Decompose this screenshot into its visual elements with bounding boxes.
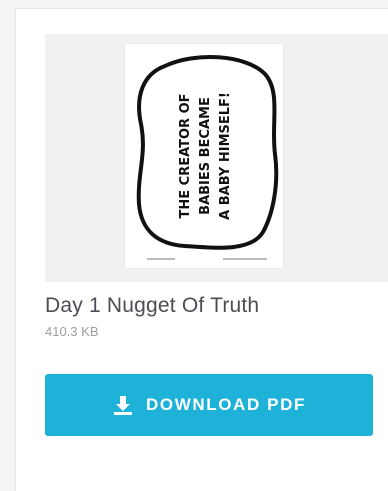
preview-footer-left: [147, 258, 175, 260]
download-label: DOWNLOAD PDF: [146, 395, 306, 414]
file-card: THE CREATOR OF BABIES BECAME A BABY HIMS…: [15, 8, 388, 491]
file-title[interactable]: Day 1 Nugget Of Truth: [45, 294, 259, 318]
file-size: 410.3 KB: [45, 324, 99, 339]
preview-line-1: THE CREATOR OF: [178, 93, 193, 218]
preview-graphic: THE CREATOR OF BABIES BECAME A BABY HIMS…: [136, 55, 279, 260]
file-preview[interactable]: THE CREATOR OF BABIES BECAME A BABY HIMS…: [45, 34, 388, 282]
preview-text: THE CREATOR OF BABIES BECAME A BABY HIMS…: [178, 92, 233, 220]
page: THE CREATOR OF BABIES BECAME A BABY HIMS…: [0, 0, 388, 491]
preview-line-3: A BABY HIMSELF!: [218, 92, 233, 220]
download-icon: [112, 394, 134, 416]
preview-footer-right: [223, 258, 267, 260]
download-pdf-button[interactable]: DOWNLOAD PDF: [45, 374, 373, 436]
preview-line-2: BABIES BECAME: [198, 97, 213, 215]
preview-page: THE CREATOR OF BABIES BECAME A BABY HIMS…: [125, 44, 283, 268]
